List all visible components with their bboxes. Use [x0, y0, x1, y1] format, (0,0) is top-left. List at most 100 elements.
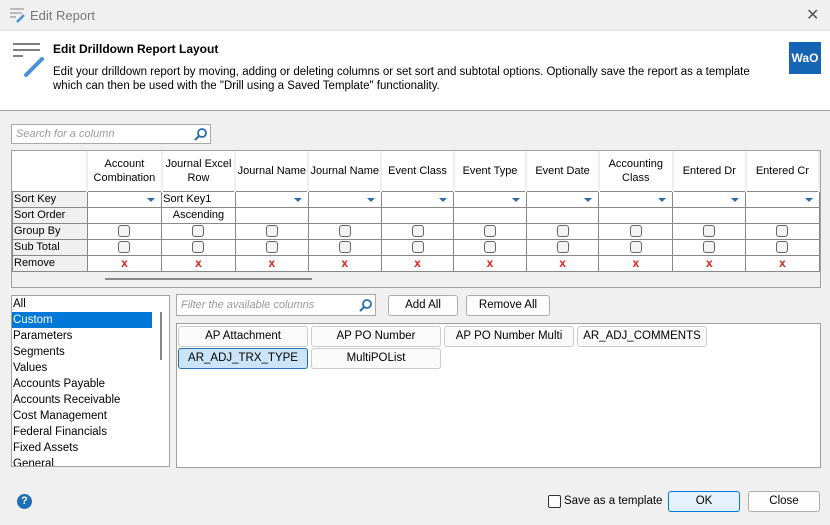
column-header[interactable]: Accounting Class — [598, 151, 674, 191]
column-header[interactable]: Journal Name — [308, 151, 383, 191]
search-icon[interactable] — [359, 298, 373, 312]
sort-order-cell[interactable] — [525, 206, 600, 224]
sub-total-checkbox[interactable] — [776, 241, 789, 254]
edit-report-icon — [10, 8, 25, 23]
sub-total-checkbox[interactable] — [629, 241, 642, 254]
remove-icon[interactable]: x — [268, 256, 275, 270]
close-icon[interactable]: ✕ — [806, 5, 819, 25]
group-by-checkbox[interactable] — [629, 225, 642, 238]
sort-key-select[interactable] — [380, 190, 455, 208]
available-column-button[interactable]: AR_ADJ_COMMENTS — [577, 326, 707, 347]
sort-order-cell[interactable] — [598, 206, 674, 224]
remove-cell: x — [453, 254, 527, 272]
remove-icon[interactable]: x — [559, 256, 566, 270]
available-column-button[interactable]: AP PO Number Multi — [444, 326, 574, 347]
sub-total-checkbox[interactable] — [118, 241, 131, 254]
sub-total-checkbox[interactable] — [338, 241, 351, 254]
sort-key-select[interactable] — [234, 190, 309, 208]
category-item[interactable]: Values — [12, 360, 152, 376]
save-template-label[interactable]: Save as a template — [564, 495, 662, 507]
group-by-checkbox[interactable] — [118, 225, 131, 238]
category-item[interactable]: Parameters — [12, 328, 152, 344]
sort-order-cell[interactable] — [307, 206, 382, 224]
remove-icon[interactable]: x — [706, 256, 713, 270]
group-by-checkbox[interactable] — [265, 225, 278, 238]
sub-total-checkbox[interactable] — [411, 241, 424, 254]
remove-icon[interactable]: x — [195, 256, 202, 270]
sort-order-cell[interactable] — [86, 206, 163, 224]
chevron-down-icon — [584, 197, 593, 202]
remove-cell: x — [598, 254, 674, 272]
category-item[interactable]: Accounts Receivable — [12, 392, 152, 408]
sort-order-cell[interactable] — [672, 206, 747, 224]
add-all-button[interactable]: Add All — [388, 295, 458, 316]
group-by-checkbox[interactable] — [338, 225, 351, 238]
column-header[interactable]: Journal Excel Row — [161, 151, 237, 191]
available-column-button[interactable]: AP PO Number — [311, 326, 441, 347]
remove-icon[interactable]: x — [632, 256, 639, 270]
sort-key-select[interactable] — [307, 190, 382, 208]
sort-order-cell[interactable] — [453, 206, 527, 224]
available-column-button[interactable]: AR_ADJ_TRX_TYPE — [178, 348, 308, 369]
sort-key-select[interactable] — [525, 190, 600, 208]
ok-button[interactable]: OK — [668, 491, 740, 512]
group-by-checkbox[interactable] — [484, 225, 497, 238]
column-header[interactable]: Event Type — [453, 151, 528, 191]
category-item[interactable]: Cost Management — [12, 408, 152, 424]
help-icon[interactable]: ? — [17, 494, 32, 509]
category-item[interactable]: Segments — [12, 344, 152, 360]
horizontal-scrollbar[interactable] — [105, 278, 312, 280]
remove-cell: x — [672, 254, 747, 272]
sort-key-select[interactable]: Sort Key1 — [161, 190, 236, 208]
sub-total-checkbox[interactable] — [484, 241, 497, 254]
column-header[interactable]: Account Combination — [87, 151, 163, 191]
sort-order-cell[interactable]: Ascending — [161, 206, 236, 224]
sub-total-checkbox[interactable] — [192, 241, 205, 254]
column-header[interactable]: Entered Cr — [745, 151, 820, 191]
available-column-button[interactable]: MultiPOList — [311, 348, 441, 369]
remove-icon[interactable]: x — [487, 256, 494, 270]
sort-key-select[interactable] — [86, 190, 163, 208]
category-item[interactable]: General — [12, 456, 152, 466]
group-by-checkbox[interactable] — [703, 225, 716, 238]
category-scrollbar[interactable] — [160, 312, 162, 360]
remove-icon[interactable]: x — [414, 256, 421, 270]
sort-order-cell[interactable] — [234, 206, 309, 224]
category-item[interactable]: All — [12, 296, 152, 312]
sort-key-select[interactable] — [453, 190, 527, 208]
sub-total-checkbox[interactable] — [556, 241, 569, 254]
remove-all-button[interactable]: Remove All — [466, 295, 550, 316]
save-template-checkbox[interactable] — [548, 495, 561, 508]
sub-total-checkbox-cell — [161, 238, 236, 256]
remove-icon[interactable]: x — [779, 256, 786, 270]
close-button[interactable]: Close — [748, 491, 820, 512]
category-item[interactable]: Federal Financials — [12, 424, 152, 440]
category-item[interactable]: Custom — [12, 312, 152, 328]
column-search-input[interactable]: Search for a column — [11, 124, 211, 144]
sub-total-checkbox[interactable] — [265, 241, 278, 254]
dialog-description: Edit your drilldown report by moving, ad… — [53, 66, 750, 92]
available-column-button[interactable]: AP Attachment — [178, 326, 308, 347]
remove-icon[interactable]: x — [341, 256, 348, 270]
group-by-checkbox[interactable] — [192, 225, 205, 238]
column-header[interactable]: Entered Dr — [672, 151, 747, 191]
sub-total-checkbox[interactable] — [703, 241, 716, 254]
sort-order-cell[interactable] — [745, 206, 820, 224]
category-item[interactable]: Accounts Payable — [12, 376, 152, 392]
sort-key-select[interactable] — [672, 190, 747, 208]
sub-total-row: Sub Total — [12, 238, 820, 256]
group-by-checkbox[interactable] — [556, 225, 569, 238]
sort-order-cell[interactable] — [380, 206, 455, 224]
column-header[interactable]: Journal Name — [235, 151, 310, 191]
chevron-down-icon — [366, 197, 375, 202]
filter-columns-input[interactable]: Filter the available columns — [176, 294, 376, 316]
column-header[interactable]: Event Class — [381, 151, 455, 191]
remove-icon[interactable]: x — [121, 256, 128, 270]
column-header[interactable]: Event Date — [526, 151, 600, 191]
sort-key-select[interactable] — [598, 190, 674, 208]
sort-key-select[interactable] — [745, 190, 820, 208]
search-icon[interactable] — [194, 127, 208, 141]
group-by-checkbox[interactable] — [776, 225, 789, 238]
group-by-checkbox[interactable] — [411, 225, 424, 238]
category-item[interactable]: Fixed Assets — [12, 440, 152, 456]
